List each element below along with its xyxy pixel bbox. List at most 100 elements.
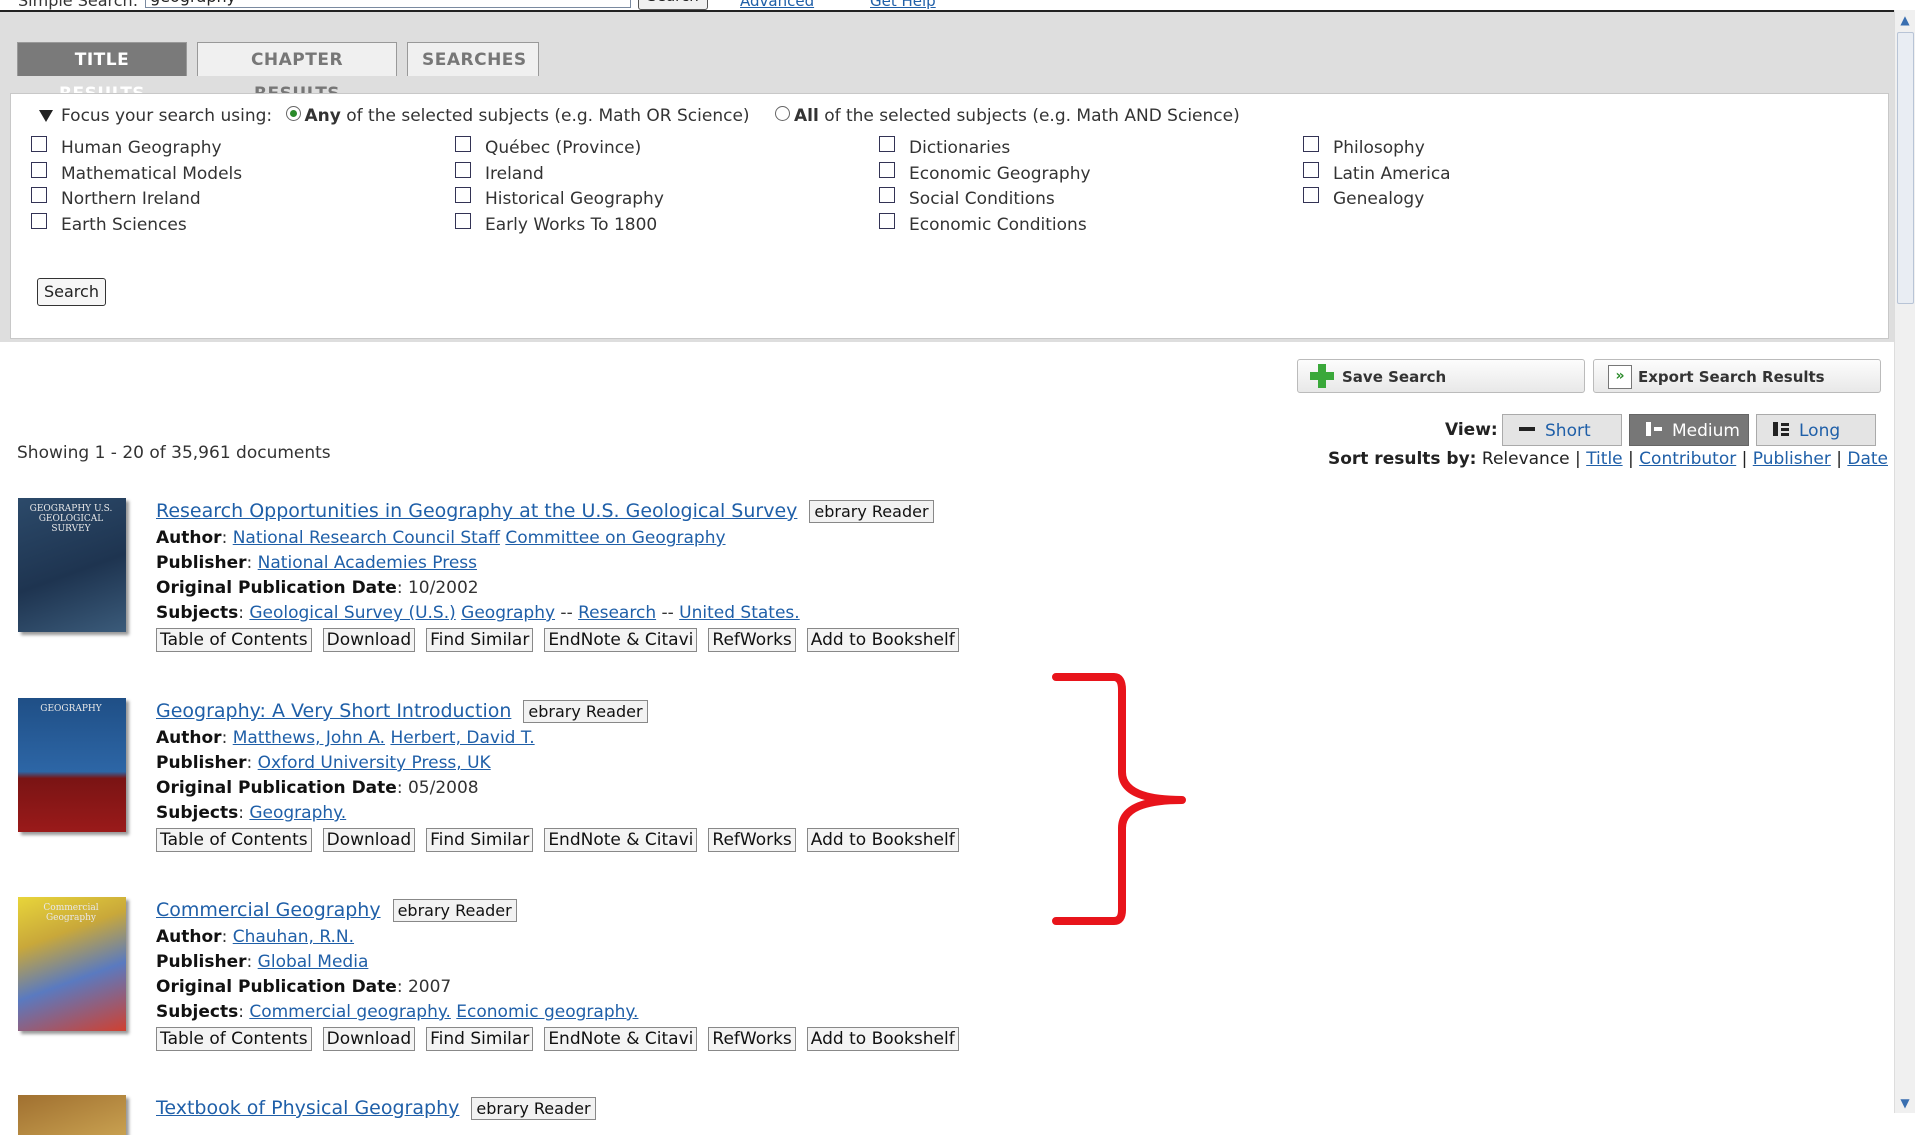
vertical-scrollbar[interactable]: ▲ ▼ [1894,10,1915,1113]
subject-option[interactable]: Early Works To 1800 [455,212,657,235]
subject-option[interactable]: Philosophy [1303,136,1425,158]
scroll-thumb[interactable] [1897,32,1914,304]
subject-option[interactable]: Québec (Province) [455,136,641,158]
subject-checkbox[interactable] [455,212,471,229]
help-link[interactable]: Get Help [870,0,936,10]
author-link[interactable]: Committee on Geography [505,528,725,548]
endnote-citavi-button[interactable]: EndNote & Citavi [544,628,698,652]
download-button[interactable]: Download [322,1027,416,1051]
ebrary-reader-button[interactable]: ebrary Reader [392,899,517,922]
subject-link[interactable]: Geography. [249,803,346,823]
subject-option[interactable]: Northern Ireland [31,187,201,209]
endnote-citavi-button[interactable]: EndNote & Citavi [544,1027,698,1051]
view-short-button[interactable]: Short [1502,414,1622,446]
author-link[interactable]: Chauhan, R.N. [233,927,354,947]
subject-checkbox[interactable] [455,187,471,203]
sort-title-link[interactable]: Title [1586,449,1622,469]
subject-checkbox[interactable] [31,161,47,178]
endnote-citavi-button[interactable]: EndNote & Citavi [544,828,698,852]
view-medium-button[interactable]: Medium [1629,414,1749,446]
find-similar-button[interactable]: Find Similar [426,828,534,852]
publisher-link[interactable]: National Academies Press [258,553,477,573]
tab-chapter-results[interactable]: CHAPTER RESULTS [197,42,397,104]
subject-option[interactable]: Genealogy [1303,187,1424,209]
table-of-contents-button[interactable]: Table of Contents [156,828,312,852]
subject-option[interactable]: Economic Geography [879,161,1091,184]
ebrary-reader-button[interactable]: ebrary Reader [471,1097,596,1120]
publisher-link[interactable]: Oxford University Press, UK [258,753,491,773]
subject-option[interactable]: Dictionaries [879,136,1010,158]
book-cover-image[interactable]: GEOGRAPHY U.S. GEOLOGICAL SURVEY [18,498,126,632]
subject-checkbox[interactable] [455,136,471,152]
find-similar-button[interactable]: Find Similar [426,1027,534,1051]
add-to-bookshelf-button[interactable]: Add to Bookshelf [806,828,959,852]
book-cover-image[interactable]: GEOGRAPHY [18,698,126,832]
sort-contributor-link[interactable]: Contributor [1639,449,1736,469]
publisher-link[interactable]: Global Media [258,952,369,972]
subject-checkbox[interactable] [879,212,895,229]
subject-checkbox[interactable] [1303,161,1319,178]
result-title-link[interactable]: Geography: A Very Short Introduction [156,700,511,722]
scroll-up-arrow-icon[interactable]: ▲ [1897,12,1913,28]
subject-option[interactable]: Economic Conditions [879,212,1087,235]
subject-link[interactable]: Research [578,603,656,623]
subject-checkbox[interactable] [31,212,47,229]
subject-link[interactable]: Geological Survey (U.S.) [249,603,455,623]
book-cover-image[interactable]: Commercial Geography [18,897,126,1031]
sort-date-link[interactable]: Date [1847,449,1888,469]
download-button[interactable]: Download [322,628,416,652]
focus-search-button[interactable]: Search [37,278,106,306]
subject-option[interactable]: Latin America [1303,161,1451,184]
subject-option[interactable]: Ireland [455,161,544,184]
top-search-button[interactable]: Search [638,0,708,10]
subject-option[interactable]: Earth Sciences [31,212,187,235]
subject-checkbox[interactable] [879,161,895,178]
advanced-search-link[interactable]: Advanced [740,0,814,10]
ebrary-reader-button[interactable]: ebrary Reader [523,700,648,723]
plus-icon [1310,364,1334,388]
refworks-button[interactable]: RefWorks [708,628,796,652]
refworks-button[interactable]: RefWorks [708,828,796,852]
subject-option[interactable]: Historical Geography [455,187,664,209]
subject-option[interactable]: Social Conditions [879,187,1055,209]
ebrary-reader-button[interactable]: ebrary Reader [809,500,934,523]
book-cover-image[interactable] [18,1095,126,1135]
save-search-button[interactable]: Save Search [1297,359,1585,393]
export-results-button[interactable]: » Export Search Results [1593,359,1881,393]
download-button[interactable]: Download [322,828,416,852]
subject-link[interactable]: Geography [461,603,555,623]
subject-checkbox[interactable] [1303,187,1319,203]
subject-checkbox[interactable] [1303,136,1319,152]
table-of-contents-button[interactable]: Table of Contents [156,628,312,652]
author-link[interactable]: Matthews, John A. [233,728,385,748]
result-title-link[interactable]: Research Opportunities in Geography at t… [156,500,797,522]
tab-title-results[interactable]: TITLE RESULTS [17,42,187,104]
author-link[interactable]: National Research Council Staff [233,528,500,548]
subject-link[interactable]: Economic geography. [456,1002,638,1022]
tab-searches[interactable]: SEARCHES [407,42,539,76]
all-subjects-radio[interactable] [774,105,790,121]
subject-checkbox[interactable] [455,161,471,178]
subject-checkbox[interactable] [31,187,47,203]
scroll-down-arrow-icon[interactable]: ▼ [1897,1095,1913,1111]
view-long-button[interactable]: Long [1756,414,1876,446]
any-subjects-radio[interactable] [285,105,301,121]
subject-link[interactable]: Commercial geography. [249,1002,451,1022]
subject-checkbox[interactable] [879,136,895,152]
add-to-bookshelf-button[interactable]: Add to Bookshelf [806,628,959,652]
add-to-bookshelf-button[interactable]: Add to Bookshelf [806,1027,959,1051]
refworks-button[interactable]: RefWorks [708,1027,796,1051]
find-similar-button[interactable]: Find Similar [426,628,534,652]
subject-link[interactable]: United States. [679,603,800,623]
collapse-triangle-icon[interactable] [39,110,53,122]
subject-checkbox[interactable] [879,187,895,203]
sort-publisher-link[interactable]: Publisher [1753,449,1831,469]
subject-option[interactable]: Human Geography [31,136,222,158]
table-of-contents-button[interactable]: Table of Contents [156,1027,312,1051]
simple-search-input[interactable]: geography [145,0,631,8]
result-title-link[interactable]: Textbook of Physical Geography [156,1097,459,1119]
subject-checkbox[interactable] [31,136,47,152]
author-link[interactable]: Herbert, David T. [390,728,534,748]
subject-option[interactable]: Mathematical Models [31,161,242,184]
result-title-link[interactable]: Commercial Geography [156,899,381,921]
